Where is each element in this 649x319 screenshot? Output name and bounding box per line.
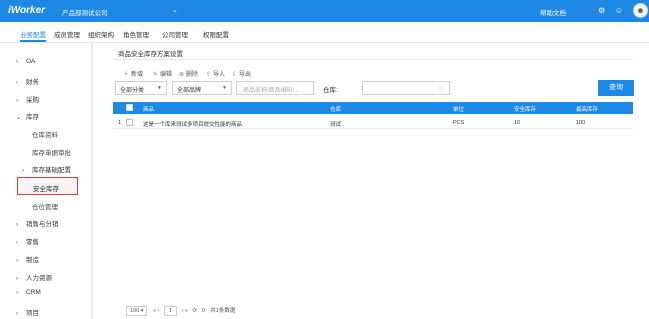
chevron-down-icon: ⌄ [16, 115, 22, 121]
prev-page-icon[interactable]: ‹ [158, 308, 160, 314]
company-name[interactable]: 产品部测试公司 [62, 7, 108, 17]
column-header-goods: 商品 [143, 107, 155, 113]
chevron-right-icon: › [16, 222, 18, 228]
app-logo: iWorker [8, 5, 46, 16]
brand-select[interactable]: 全部品牌 ▼ [172, 81, 232, 95]
tab-roles[interactable]: 角色管理 [123, 29, 149, 39]
cell-goods: 这是一个库来测试多项目提交性能的商品 [143, 122, 243, 128]
chevron-right-icon: › [16, 276, 18, 282]
sidebar-item-purchase[interactable]: › 采购 [16, 94, 39, 104]
sidebar-sub-inventory-approval[interactable]: 库存单据审批 [32, 147, 71, 157]
location-label: 仓库: [323, 87, 338, 94]
tab-org-structure[interactable]: 组织架构 [88, 29, 114, 39]
chevron-right-icon: › [22, 168, 24, 174]
column-header-unit: 单位 [453, 107, 465, 113]
category-select[interactable]: 全部分类 ▼ [115, 81, 167, 95]
export-button[interactable]: ⇩ 导出 [232, 69, 251, 78]
last-page-icon[interactable]: » [185, 308, 188, 314]
first-page-icon[interactable]: « [153, 308, 156, 314]
add-button[interactable]: ＋新增 [123, 69, 143, 78]
chevron-right-icon: › [16, 59, 18, 65]
page-count: 0 [201, 308, 205, 314]
sidebar-sub-warehouse-info[interactable]: 仓库资料 [32, 129, 58, 139]
tab-permissions[interactable]: 权限配置 [203, 29, 229, 39]
sidebar-item-project[interactable]: › 项目 [16, 307, 39, 317]
refresh-icon[interactable]: ⟳ [193, 308, 198, 314]
sidebar-sub-safety-stock[interactable]: 安全库存 [17, 177, 78, 195]
tab-members[interactable]: 成员管理 [54, 29, 80, 39]
sidebar-item-oa[interactable]: › OA [16, 58, 35, 65]
main-panel: 商品安全库存方案设置 ＋新增 ✎ 编辑 ⊗ 删除 ⇧ 导入 ⇩ 导出 全部分类 ▼ 全部品… [93, 43, 649, 319]
page-number-input[interactable]: 1 [163, 306, 178, 316]
search-icon: ○ [438, 85, 443, 92]
cell-max-stock: 100 [576, 120, 586, 126]
location-input[interactable]: ○ [362, 81, 450, 95]
chevron-right-icon: › [16, 98, 18, 104]
sidebar: › OA › 财务 › 采购 ⌄ 库存 仓库资料 库存单据审批 › 库存基础配置 安全库存… [0, 43, 93, 319]
panel-title: 商品安全库存方案设置 [118, 51, 183, 58]
sidebar-item-inventory[interactable]: ⌄ 库存 [16, 111, 39, 121]
import-button[interactable]: ⇧ 导入 [206, 69, 225, 78]
sidebar-sub-inventory-basic-config[interactable]: › 库存基础配置 [22, 164, 71, 174]
delete-button[interactable]: ⊗ 删除 [179, 69, 198, 78]
sidebar-item-manufacturing[interactable]: › 制造 [16, 254, 39, 264]
chat-icon[interactable]: ☺ [615, 6, 623, 16]
cell-warehouse: 测试 [330, 122, 342, 128]
sidebar-item-finance[interactable]: › 财务 [16, 76, 39, 86]
sidebar-item-hr[interactable]: › 人力资源 [16, 272, 52, 282]
query-button[interactable]: 查询 [598, 80, 634, 96]
column-header-warehouse: 仓库 [330, 107, 342, 113]
column-header-max-stock: 最高库存 [576, 107, 599, 113]
pencil-icon: ✎ [153, 72, 159, 78]
tab-company[interactable]: 公司管理 [162, 29, 188, 39]
chevron-right-icon: › [16, 240, 18, 246]
chevron-right-icon: › [16, 311, 18, 317]
chevron-right-icon: › [16, 80, 18, 86]
chevron-down-icon[interactable]: ⌄ [172, 6, 178, 14]
avatar[interactable]: ☻ [633, 3, 648, 18]
pagination: 100 ▾ « ‹ 1 › » ⟳ 0 共1条数据 [126, 306, 235, 316]
trash-icon: ⊗ [179, 72, 185, 78]
sidebar-item-crm[interactable]: › CRM [16, 289, 41, 296]
row-index: 1 [118, 120, 122, 126]
next-page-icon[interactable]: › [182, 308, 184, 314]
table-row[interactable]: 1 这是一个库来测试多项目提交性能的商品 测试 PCS 10 100 [113, 117, 633, 129]
upload-icon: ⇧ [206, 72, 212, 78]
download-icon: ⇩ [232, 72, 238, 78]
tab-business-config[interactable]: 业务配置 [20, 29, 46, 42]
divider [113, 59, 633, 60]
chevron-down-icon: ▼ [222, 85, 227, 91]
cell-safety-stock: 10 [514, 120, 521, 126]
chevron-right-icon: › [16, 290, 18, 296]
total-count: 共1条数据 [210, 308, 236, 314]
chevron-right-icon: › [16, 258, 18, 264]
chevron-down-icon: ▼ [157, 85, 162, 91]
plus-icon: ＋ [123, 72, 130, 78]
sidebar-sub-location-mgmt[interactable]: 仓位管理 [32, 201, 58, 211]
row-checkbox[interactable] [126, 119, 133, 126]
goods-search-input[interactable]: 商品名称/商品编码/... [236, 81, 314, 95]
select-all-checkbox[interactable] [126, 104, 133, 111]
help-link[interactable]: 帮助文档 [540, 7, 566, 17]
top-bar: iWorker 产品部测试公司 ⌄ 帮助文档 ⚙ ☺ ☻ [0, 0, 649, 22]
table-header: 商品 仓库 单位 安全库存 最高库存 [113, 102, 633, 114]
edit-button[interactable]: ✎ 编辑 [153, 69, 172, 78]
sidebar-item-sales[interactable]: › 销售与分销 [16, 218, 59, 228]
column-header-safety-stock: 安全库存 [514, 107, 537, 113]
cell-unit: PCS [453, 120, 465, 126]
nav-tabs: 业务配置 成员管理 组织架构 角色管理 公司管理 权限配置 [0, 22, 649, 43]
gear-icon[interactable]: ⚙ [598, 6, 605, 16]
page-size-select[interactable]: 100 ▾ [126, 306, 148, 316]
sidebar-item-retail[interactable]: › 零售 [16, 236, 39, 246]
